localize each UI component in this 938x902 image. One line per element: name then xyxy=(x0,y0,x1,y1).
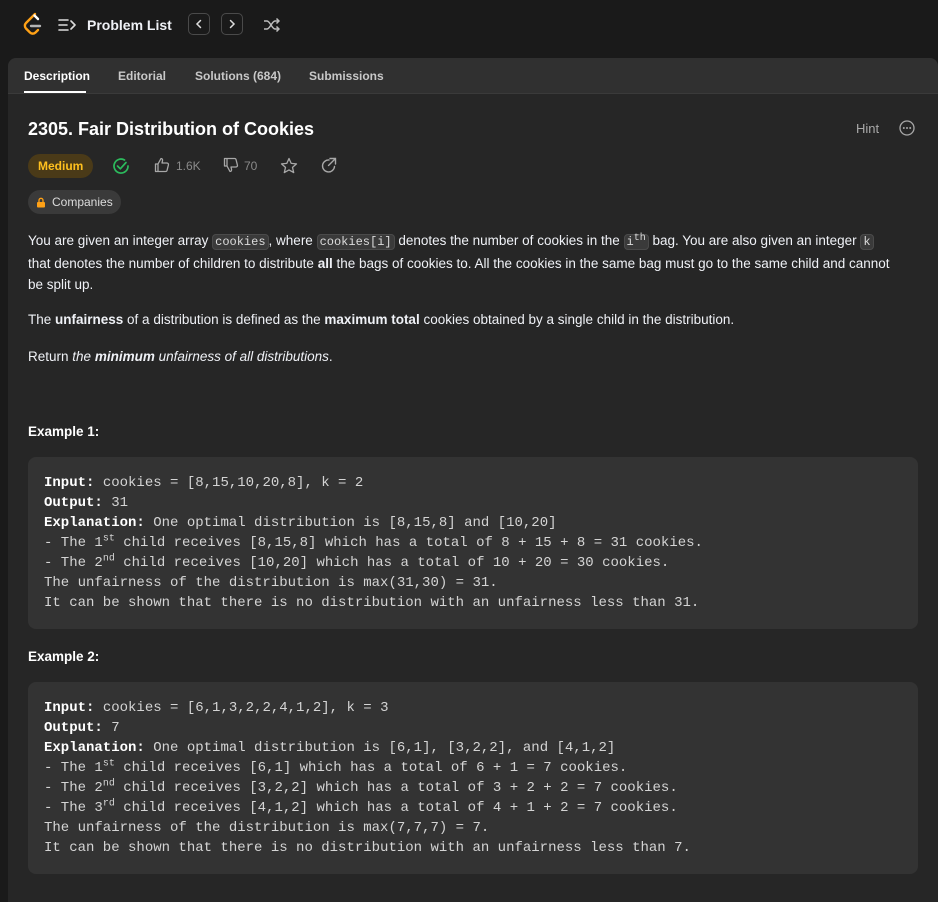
example-input: Input: cookies = [8,15,10,20,8], k = 2 xyxy=(44,475,364,491)
example-output: Output: 31 xyxy=(44,495,129,511)
chevron-right-icon xyxy=(229,19,236,29)
example-line: It can be shown that there is no distrib… xyxy=(44,595,700,611)
inline-code: ith xyxy=(623,234,649,250)
example-2-box: Input: cookies = [6,1,3,2,2,4,1,2], k = … xyxy=(28,682,918,874)
example-line: The unfairness of the distribution is ma… xyxy=(44,820,490,836)
top-bar: Problem List xyxy=(0,0,938,50)
example-line: - The 3rd child receives [4,1,2] which h… xyxy=(44,798,678,816)
example-explanation: Explanation: One optimal distribution is… xyxy=(44,515,557,531)
chevron-left-icon xyxy=(195,19,202,29)
inline-code: k xyxy=(860,234,874,250)
example-line: The unfairness of the distribution is ma… xyxy=(44,575,498,591)
description-paragraph-2: The unfairness of a distribution is defi… xyxy=(28,312,735,327)
inline-code: cookies[i] xyxy=(316,234,395,250)
example-line: - The 2nd child receives [3,2,2] which h… xyxy=(44,778,678,796)
example-line: - The 2nd child receives [10,20] which h… xyxy=(44,553,670,571)
lock-icon xyxy=(37,197,45,207)
companies-label: Companies xyxy=(52,195,113,209)
description-panel: Description Editorial Solutions (684) Su… xyxy=(8,58,938,902)
inline-code: cookies xyxy=(212,234,269,250)
example-2-heading: Example 2: xyxy=(28,649,100,664)
example-explanation: Explanation: One optimal distribution is… xyxy=(44,740,616,756)
example-line: - The 1st child receives [6,1] which has… xyxy=(44,758,628,776)
thumbs-down-icon[interactable] xyxy=(223,157,239,173)
tab-bar: Description Editorial Solutions (684) Su… xyxy=(8,58,938,94)
description-paragraph-3: Return the minimum unfairness of all dis… xyxy=(28,349,333,364)
hint-button[interactable]: Hint xyxy=(856,121,879,136)
list-icon[interactable] xyxy=(58,17,76,33)
like-count: 1.6K xyxy=(176,159,201,173)
problem-title: 2305. Fair Distribution of Cookies xyxy=(28,119,315,139)
example-line: It can be shown that there is no distrib… xyxy=(44,840,691,856)
tab-editorial[interactable]: Editorial xyxy=(118,69,166,83)
tab-submissions[interactable]: Submissions xyxy=(309,69,384,83)
example-1-box: Input: cookies = [8,15,10,20,8], k = 2 O… xyxy=(28,457,918,629)
tab-description[interactable]: Description xyxy=(24,69,90,83)
dislike-count: 70 xyxy=(244,159,258,173)
next-problem-button[interactable] xyxy=(221,13,243,35)
star-icon[interactable] xyxy=(280,157,298,175)
prev-problem-button[interactable] xyxy=(188,13,210,35)
example-line: - The 1st child receives [8,15,8] which … xyxy=(44,533,703,551)
companies-tag[interactable]: Companies xyxy=(28,190,121,214)
solved-check-icon xyxy=(113,158,129,174)
difficulty-badge: Medium xyxy=(28,154,94,178)
tab-solutions[interactable]: Solutions (684) xyxy=(195,69,281,83)
more-icon[interactable] xyxy=(899,120,915,136)
share-icon[interactable] xyxy=(320,157,337,174)
problem-list-link[interactable]: Problem List xyxy=(87,17,172,33)
example-input: Input: cookies = [6,1,3,2,2,4,1,2], k = … xyxy=(44,700,389,716)
description-paragraph-1: You are given an integer array cookies, … xyxy=(28,233,890,292)
leetcode-logo[interactable] xyxy=(22,12,44,36)
thumbs-up-icon[interactable] xyxy=(154,157,170,173)
example-1-heading: Example 1: xyxy=(28,424,100,439)
active-tab-indicator xyxy=(24,91,86,93)
shuffle-icon[interactable] xyxy=(263,17,280,33)
example-output: Output: 7 xyxy=(44,720,120,736)
